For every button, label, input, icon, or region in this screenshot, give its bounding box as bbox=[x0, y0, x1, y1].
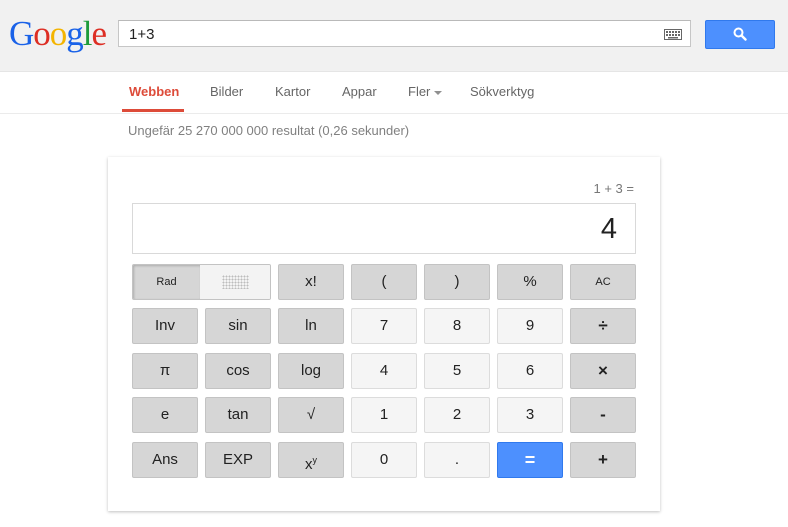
result-stats: Ungefär 25 270 000 000 resultat (0,26 se… bbox=[128, 123, 410, 138]
logo-letter: g bbox=[66, 14, 83, 53]
tab-fler-label: Fler bbox=[408, 84, 431, 99]
calculator-display: 4 bbox=[132, 203, 636, 254]
inverse-key[interactable]: Inv bbox=[132, 308, 198, 344]
top-bar: Google bbox=[0, 0, 788, 72]
plus-key[interactable]: + bbox=[570, 442, 636, 478]
decimal-key[interactable]: . bbox=[424, 442, 490, 478]
angle-mode-toggle[interactable]: Rad bbox=[132, 264, 271, 300]
euler-key[interactable]: e bbox=[132, 397, 198, 433]
factorial-key[interactable]: x! bbox=[278, 264, 344, 300]
tab-appar[interactable]: Appar bbox=[342, 84, 377, 99]
logo-letter: e bbox=[91, 14, 108, 53]
calculator-card: 1 + 3 = 4 Rad x! ( ) % AC Inv sin ln 7 8… bbox=[108, 157, 660, 511]
power-key[interactable]: xy bbox=[278, 442, 344, 478]
digit-8-key[interactable]: 8 bbox=[424, 308, 490, 344]
logo-letter: o bbox=[33, 14, 50, 53]
active-tab-indicator bbox=[122, 109, 184, 112]
exp-key[interactable]: EXP bbox=[205, 442, 271, 478]
search-button[interactable] bbox=[705, 20, 775, 49]
minus-key[interactable]: - bbox=[570, 397, 636, 433]
digit-7-key[interactable]: 7 bbox=[351, 308, 417, 344]
sin-key[interactable]: sin bbox=[205, 308, 271, 344]
digit-6-key[interactable]: 6 bbox=[497, 353, 563, 389]
equals-key[interactable]: = bbox=[497, 442, 563, 478]
logo-letter: o bbox=[49, 14, 67, 53]
calculator-result: 4 bbox=[600, 213, 617, 245]
left-paren-key[interactable]: ( bbox=[351, 264, 417, 300]
tab-sokverktyg[interactable]: Sökverktyg bbox=[470, 84, 534, 99]
cos-key[interactable]: cos bbox=[205, 353, 271, 389]
tab-bilder[interactable]: Bilder bbox=[210, 84, 243, 99]
digit-5-key[interactable]: 5 bbox=[424, 353, 490, 389]
power-exponent: y bbox=[312, 455, 318, 465]
tab-kartor[interactable]: Kartor bbox=[275, 84, 310, 99]
digit-2-key[interactable]: 2 bbox=[424, 397, 490, 433]
log-key[interactable]: log bbox=[278, 353, 344, 389]
all-clear-key[interactable]: AC bbox=[570, 264, 636, 300]
digit-4-key[interactable]: 4 bbox=[351, 353, 417, 389]
search-icon bbox=[733, 27, 747, 41]
deg-button[interactable] bbox=[200, 265, 270, 299]
digit-1-key[interactable]: 1 bbox=[351, 397, 417, 433]
power-base: x bbox=[305, 456, 313, 473]
tan-key[interactable]: tan bbox=[205, 397, 271, 433]
digit-3-key[interactable]: 3 bbox=[497, 397, 563, 433]
calculator-expression: 1 + 3 = bbox=[593, 181, 634, 196]
tab-fler[interactable]: Fler bbox=[408, 84, 443, 99]
google-logo[interactable]: Google bbox=[9, 14, 108, 54]
logo-letter: l bbox=[82, 14, 93, 53]
rad-button[interactable]: Rad bbox=[133, 265, 200, 299]
deg-disabled-pattern bbox=[222, 275, 249, 289]
sqrt-key[interactable]: √ bbox=[278, 397, 344, 433]
keyboard-icon[interactable] bbox=[664, 29, 682, 40]
digit-0-key[interactable]: 0 bbox=[351, 442, 417, 478]
chevron-down-icon bbox=[434, 90, 443, 95]
multiply-key[interactable]: × bbox=[570, 353, 636, 389]
ln-key[interactable]: ln bbox=[278, 308, 344, 344]
right-paren-key[interactable]: ) bbox=[424, 264, 490, 300]
search-box[interactable] bbox=[118, 20, 691, 47]
pi-key[interactable]: π bbox=[132, 353, 198, 389]
divide-key[interactable]: ÷ bbox=[570, 308, 636, 344]
digit-9-key[interactable]: 9 bbox=[497, 308, 563, 344]
search-input[interactable] bbox=[129, 25, 649, 43]
percent-key[interactable]: % bbox=[497, 264, 563, 300]
search-nav: Webben Bilder Kartor Appar Fler Sökverkt… bbox=[0, 72, 788, 114]
logo-letter: G bbox=[9, 14, 34, 53]
tab-webben[interactable]: Webben bbox=[129, 84, 179, 99]
ans-key[interactable]: Ans bbox=[132, 442, 198, 478]
